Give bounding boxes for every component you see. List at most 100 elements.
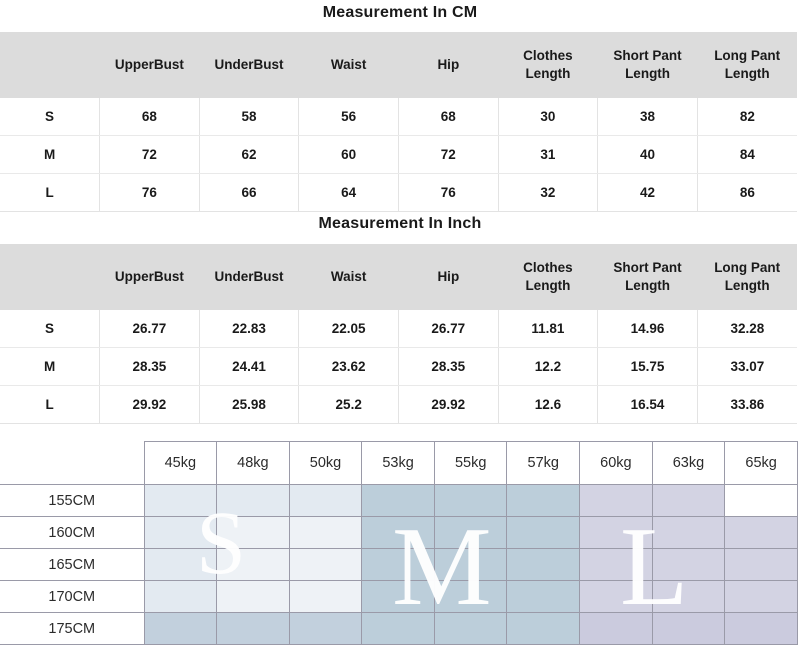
table-cell: 28.35: [398, 347, 499, 386]
cm-header-upperbust: UpperBust: [99, 32, 200, 98]
header-line: Length: [525, 278, 571, 293]
table-cell: 31: [498, 135, 599, 174]
table-cell: 62: [199, 135, 300, 174]
grid-cell: [651, 580, 726, 613]
grid-cell: [143, 548, 218, 581]
table-cell: 26.77: [398, 310, 499, 348]
grid-cell: [216, 516, 290, 549]
weight-header-45kg: 45kg: [143, 441, 218, 485]
table-cell: 66: [199, 173, 300, 212]
header-line: Hip: [437, 268, 460, 284]
size-grid-header: 45kg 48kg 50kg 53kg 55kg 57kg 60kg 63kg …: [0, 441, 798, 485]
grid-cell: [579, 516, 653, 549]
grid-cell: [361, 484, 435, 517]
table-row: 160CM: [0, 516, 798, 549]
table-cell: 15.75: [597, 347, 698, 386]
table-cell: 32.28: [697, 310, 797, 348]
inch-header-short-pant-length: Short Pant Length: [597, 244, 698, 310]
table-cell: 33.07: [697, 347, 797, 386]
table-row: 175CM: [0, 612, 798, 645]
grid-cell: [143, 484, 218, 517]
table-row: 165CM: [0, 548, 798, 581]
grid-cell: [433, 516, 508, 549]
cm-header-hip: Hip: [398, 32, 499, 98]
header-line: Short Pant: [613, 259, 682, 275]
weight-header-60kg: 60kg: [579, 441, 653, 485]
grid-cell: [288, 580, 363, 613]
table-cell: 58: [199, 98, 300, 136]
grid-cell: [288, 516, 363, 549]
weight-header-65kg: 65kg: [724, 441, 798, 485]
table-cell: 68: [398, 98, 499, 136]
table-cell: 33.86: [697, 385, 797, 424]
table-header-row: UpperBust UnderBust Waist Hip Clothes Le…: [0, 32, 797, 98]
cm-row-size-l: L: [0, 173, 101, 212]
grid-cell: [433, 580, 508, 613]
weight-header-55kg: 55kg: [433, 441, 508, 485]
table-cell: 25.2: [298, 385, 399, 424]
grid-cell: [579, 580, 653, 613]
grid-cell: [433, 612, 508, 645]
header-line: Length: [625, 66, 671, 81]
grid-cell: [579, 612, 653, 645]
table-cell: 26.77: [99, 310, 200, 348]
grid-cell: [506, 580, 581, 613]
grid-cell: [288, 484, 363, 517]
header-line: UpperBust: [114, 268, 184, 284]
table-cell: 40: [597, 135, 698, 174]
table-cell: 76: [398, 173, 499, 212]
table-cell: 84: [697, 135, 797, 174]
measurement-cm-table: UpperBust UnderBust Waist Hip Clothes Le…: [0, 32, 797, 212]
height-weight-size-grid: 45kg 48kg 50kg 53kg 55kg 57kg 60kg 63kg …: [0, 441, 798, 645]
grid-cell: [361, 548, 435, 581]
table-row: 155CM: [0, 484, 798, 517]
grid-cell: [433, 548, 508, 581]
table-cell: 60: [298, 135, 399, 174]
grid-cell: [651, 484, 726, 517]
cm-table-header: UpperBust UnderBust Waist Hip Clothes Le…: [0, 32, 797, 98]
header-line: UnderBust: [214, 268, 284, 284]
table-cell: 12.2: [498, 347, 599, 386]
table-cell: 11.81: [498, 310, 599, 348]
table-row: M 72 62 60 72 31 40 84: [0, 135, 797, 174]
header-line: Waist: [330, 56, 367, 72]
table-cell: 72: [398, 135, 499, 174]
weight-header-57kg: 57kg: [506, 441, 581, 485]
weight-header-48kg: 48kg: [216, 441, 290, 485]
header-line: Clothes: [523, 259, 573, 275]
table-cell: 12.6: [498, 385, 599, 424]
grid-cell: [506, 516, 581, 549]
grid-cell: [506, 484, 581, 517]
table-cell: 64: [298, 173, 399, 212]
table-cell: 14.96: [597, 310, 698, 348]
header-line: Hip: [437, 56, 460, 72]
height-label-155cm: 155CM: [0, 484, 145, 517]
grid-cell: [361, 516, 435, 549]
table-row: M 28.35 24.41 23.62 28.35 12.2 15.75 33.…: [0, 347, 797, 386]
cm-table-body: S 68 58 56 68 30 38 82 M 72 62 60 72 31 …: [0, 98, 797, 212]
table-row: S 26.77 22.83 22.05 26.77 11.81 14.96 32…: [0, 310, 797, 348]
inch-header-underbust: UnderBust: [199, 244, 299, 310]
cm-header-long-pant-length: Long Pant Length: [697, 32, 797, 98]
cm-header-underbust: UnderBust: [199, 32, 299, 98]
grid-cell: [216, 612, 290, 645]
weight-header-53kg: 53kg: [361, 441, 435, 485]
height-label-170cm: 170CM: [0, 580, 145, 613]
header-line: UpperBust: [114, 56, 184, 72]
grid-cell: [433, 484, 508, 517]
table-row: 170CM: [0, 580, 798, 613]
inch-header-size: [0, 244, 100, 310]
table-cell: 56: [298, 98, 399, 136]
cm-header-waist: Waist: [298, 32, 399, 98]
table-cell: 29.92: [398, 385, 499, 424]
table-cell: 22.05: [298, 310, 399, 348]
grid-cell: [724, 516, 798, 549]
grid-cell: [143, 580, 218, 613]
grid-cell: [724, 612, 798, 645]
header-line: Length: [724, 66, 770, 81]
grid-cell: [724, 580, 798, 613]
grid-cell: [724, 548, 798, 581]
measurement-inch-table: UpperBust UnderBust Waist Hip Clothes Le…: [0, 244, 797, 424]
table-cell: 38: [597, 98, 698, 136]
table-row: L 29.92 25.98 25.2 29.92 12.6 16.54 33.8…: [0, 385, 797, 424]
